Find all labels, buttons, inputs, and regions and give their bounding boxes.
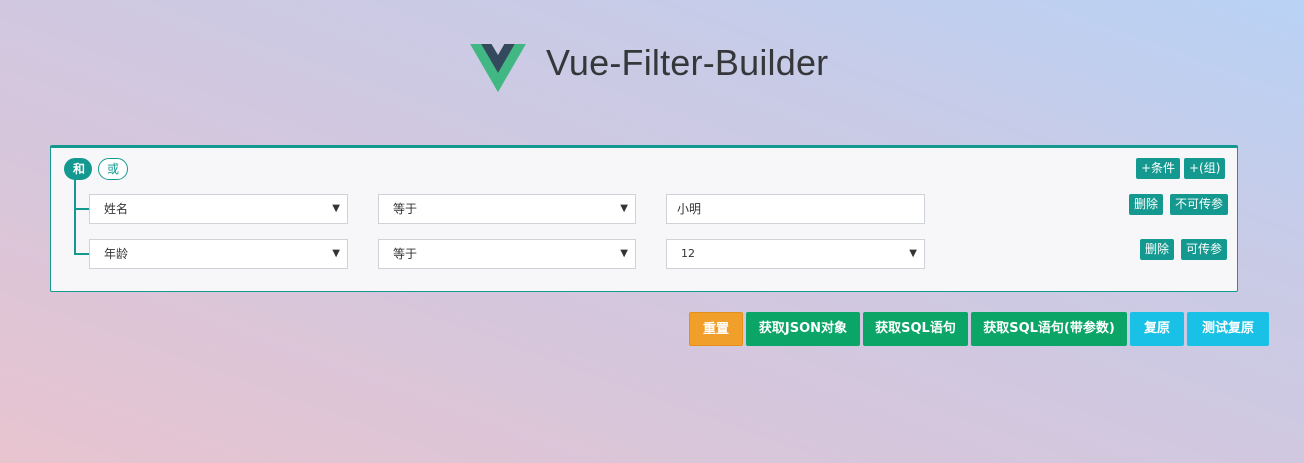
tree-branch [74, 208, 90, 210]
value-select-value: 12 [681, 247, 695, 260]
operator-select-value: 等于 [393, 247, 418, 261]
add-condition-button[interactable]: +条件 [1136, 158, 1181, 179]
vue-logo-icon [470, 44, 526, 92]
field-select[interactable]: 姓名 ▼ [89, 194, 348, 224]
caret-down-icon: ▼ [332, 248, 340, 259]
value-input[interactable]: 小明 [666, 194, 925, 224]
value-input-text: 小明 [677, 202, 702, 216]
caret-down-icon: ▼ [620, 248, 628, 259]
operator-select[interactable]: 等于 ▼ [378, 194, 636, 224]
add-group-button[interactable]: +(组) [1184, 158, 1226, 179]
field-select-value: 年龄 [104, 247, 129, 261]
param-toggle-button[interactable]: 不可传参 [1170, 194, 1229, 215]
logic-and-button[interactable]: 和 [64, 158, 92, 180]
param-toggle-button[interactable]: 可传参 [1181, 239, 1228, 260]
tree-branch [74, 253, 90, 255]
get-json-button[interactable]: 获取JSON对象 [746, 312, 860, 346]
filter-builder-panel: 和 或 +条件 +(组) 姓名 ▼ 等于 ▼ 小明 删除 不可传参 年龄 ▼ 等… [50, 145, 1238, 292]
get-sql-params-button[interactable]: 获取SQL语句(带参数) [971, 312, 1127, 346]
reset-button[interactable]: 重置 [689, 312, 743, 346]
field-select-value: 姓名 [104, 202, 129, 216]
delete-button[interactable]: 删除 [1140, 239, 1175, 260]
restore-button[interactable]: 复原 [1130, 312, 1184, 346]
tree-connector [74, 180, 76, 255]
value-select[interactable]: 12 ▼ [666, 239, 925, 269]
test-restore-button[interactable]: 测试复原 [1187, 312, 1269, 346]
get-sql-button[interactable]: 获取SQL语句 [863, 312, 968, 346]
page-title: Vue-Filter-Builder [546, 42, 829, 83]
caret-down-icon: ▼ [909, 248, 917, 259]
caret-down-icon: ▼ [332, 203, 340, 214]
caret-down-icon: ▼ [620, 203, 628, 214]
field-select[interactable]: 年龄 ▼ [89, 239, 348, 269]
operator-select[interactable]: 等于 ▼ [378, 239, 636, 269]
logic-or-button[interactable]: 或 [98, 158, 128, 180]
delete-button[interactable]: 删除 [1129, 194, 1164, 215]
operator-select-value: 等于 [393, 202, 418, 216]
